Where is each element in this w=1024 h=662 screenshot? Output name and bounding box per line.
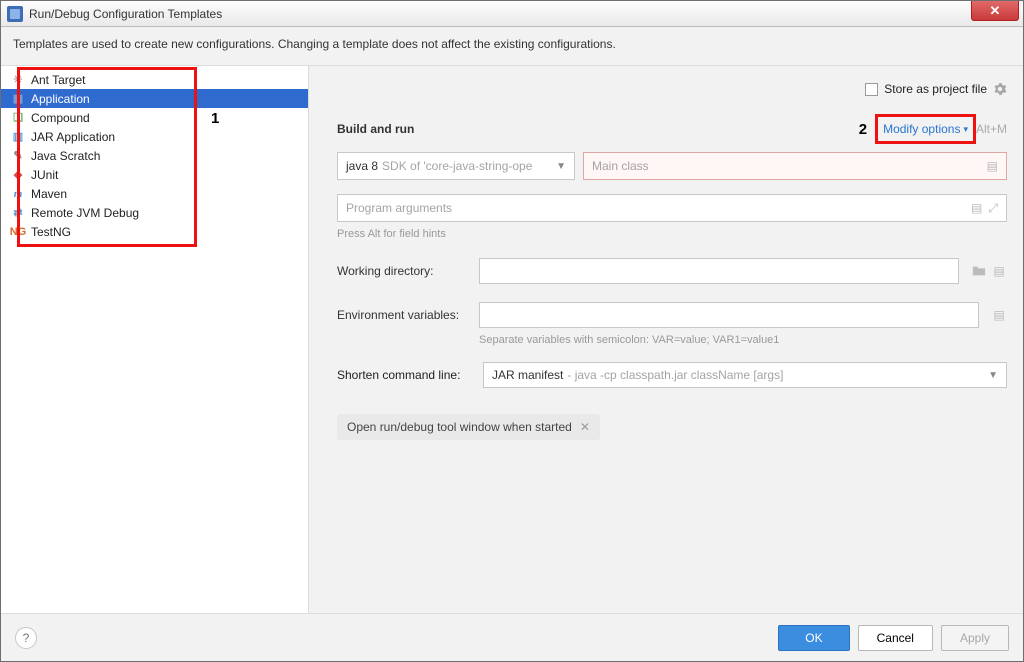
- sidebar-item-testng[interactable]: NG TestNG: [1, 222, 308, 241]
- app-icon: [7, 6, 23, 22]
- modify-options-link[interactable]: Modify options ▾: [879, 120, 972, 138]
- program-arguments-field[interactable]: Program arguments ▤ ⤢: [337, 194, 1007, 222]
- maven-icon: m: [11, 187, 25, 201]
- shorten-command-line-row: Shorten command line: JAR manifest - jav…: [337, 362, 1007, 388]
- annotation-number-2: 2: [859, 121, 867, 138]
- application-icon: ▦: [11, 92, 25, 106]
- browse-icon[interactable]: ▤: [991, 307, 1007, 323]
- compound-icon: ❏: [11, 111, 25, 125]
- sidebar-item-label: JUnit: [31, 168, 58, 182]
- sidebar-item-junit[interactable]: ◆ JUnit: [1, 165, 308, 184]
- env-variables-label: Environment variables:: [337, 308, 471, 322]
- ant-icon: ✳: [11, 73, 25, 87]
- content-split: ✳ Ant Target ▦ Application ❏ Compound ▥ …: [1, 66, 1023, 613]
- sidebar-item-label: Maven: [31, 187, 67, 201]
- jre-description: SDK of 'core-java-string-ope: [382, 159, 532, 173]
- jre-selector[interactable]: java 8 SDK of 'core-java-string-ope ▼: [337, 152, 575, 180]
- modify-options-label: Modify options: [883, 122, 960, 136]
- program-arguments-placeholder: Program arguments: [346, 201, 452, 215]
- env-variables-field[interactable]: [479, 302, 979, 328]
- sidebar-item-label: Java Scratch: [31, 149, 100, 163]
- main-class-field[interactable]: Main class ▤: [583, 152, 1007, 180]
- sidebar-item-label: Application: [31, 92, 90, 106]
- dialog-footer: ? OK Cancel Apply: [1, 613, 1023, 661]
- close-button[interactable]: ✕: [971, 1, 1019, 21]
- sidebar-item-label: Ant Target: [31, 73, 85, 87]
- section-title: Build and run: [337, 122, 859, 136]
- modify-options-wrap: Modify options ▾: [879, 120, 972, 138]
- dialog-window: Run/Debug Configuration Templates ✕ Temp…: [0, 0, 1024, 662]
- scratch-icon: ✎: [11, 149, 25, 163]
- window-title: Run/Debug Configuration Templates: [29, 7, 971, 21]
- insert-icon[interactable]: ▤: [991, 263, 1007, 279]
- shorten-description: - java -cp classpath.jar className [args…: [567, 368, 783, 382]
- close-icon: ✕: [990, 4, 1001, 17]
- gear-icon[interactable]: [993, 82, 1007, 96]
- junit-icon: ◆: [11, 168, 25, 182]
- shorten-command-line-select[interactable]: JAR manifest - java -cp classpath.jar cl…: [483, 362, 1007, 388]
- sidebar-item-remote-jvm-debug[interactable]: ⇄ Remote JVM Debug: [1, 203, 308, 222]
- env-variables-row: Environment variables: ▤: [337, 302, 1007, 328]
- chevron-down-icon: ▼: [556, 161, 566, 172]
- working-directory-label: Working directory:: [337, 264, 471, 278]
- ok-button[interactable]: OK: [778, 625, 849, 651]
- shorten-value: JAR manifest: [492, 368, 563, 382]
- main-class-placeholder: Main class: [592, 159, 649, 173]
- sdk-mainclass-row: java 8 SDK of 'core-java-string-ope ▼ Ma…: [337, 152, 1007, 180]
- title-bar: Run/Debug Configuration Templates ✕: [1, 1, 1023, 27]
- template-list: ✳ Ant Target ▦ Application ❏ Compound ▥ …: [1, 70, 308, 241]
- store-as-project-file-checkbox[interactable]: [865, 83, 878, 96]
- option-chip-open-tool-window: Open run/debug tool window when started …: [337, 414, 600, 440]
- field-icons: ▤ ⤢: [971, 201, 998, 216]
- working-directory-row: Working directory: ▤: [337, 258, 1007, 284]
- apply-button[interactable]: Apply: [941, 625, 1009, 651]
- chevron-down-icon: ▾: [963, 124, 968, 135]
- insert-icon[interactable]: ▤: [971, 201, 982, 216]
- folder-icon[interactable]: [971, 263, 987, 279]
- sidebar-item-maven[interactable]: m Maven: [1, 184, 308, 203]
- chip-label: Open run/debug tool window when started: [347, 420, 572, 434]
- field-hint: Press Alt for field hints: [337, 228, 1007, 240]
- section-header: Build and run 2 Modify options ▾ Alt+M: [337, 120, 1007, 138]
- annotation-number-1: 1: [211, 110, 219, 127]
- jar-icon: ▥: [11, 130, 25, 144]
- modify-options-shortcut: Alt+M: [976, 122, 1007, 136]
- sidebar-item-java-scratch[interactable]: ✎ Java Scratch: [1, 146, 308, 165]
- browse-icon[interactable]: ▤: [987, 159, 998, 173]
- cancel-button[interactable]: Cancel: [858, 625, 933, 651]
- sidebar-item-label: Compound: [31, 111, 90, 125]
- sidebar-item-ant-target[interactable]: ✳ Ant Target: [1, 70, 308, 89]
- window-controls: ✕: [971, 1, 1023, 21]
- sidebar-item-jar-application[interactable]: ▥ JAR Application: [1, 127, 308, 146]
- expand-icon[interactable]: ⤢: [988, 201, 998, 216]
- chevron-down-icon: ▼: [988, 370, 998, 381]
- testng-icon: NG: [11, 225, 25, 239]
- sidebar-item-label: JAR Application: [31, 130, 115, 144]
- sidebar: ✳ Ant Target ▦ Application ❏ Compound ▥ …: [1, 66, 309, 613]
- configuration-panel: Store as project file Build and run 2 Mo…: [309, 66, 1023, 613]
- sidebar-item-label: TestNG: [31, 225, 71, 239]
- sidebar-item-compound[interactable]: ❏ Compound: [1, 108, 308, 127]
- store-as-project-file-label: Store as project file: [884, 82, 987, 96]
- help-button[interactable]: ?: [15, 627, 37, 649]
- sidebar-item-label: Remote JVM Debug: [31, 206, 139, 220]
- working-directory-field[interactable]: [479, 258, 959, 284]
- env-variables-hint: Separate variables with semicolon: VAR=v…: [479, 334, 1007, 346]
- chip-remove-icon[interactable]: ✕: [580, 420, 590, 434]
- shorten-command-line-label: Shorten command line:: [337, 368, 483, 382]
- dialog-description: Templates are used to create new configu…: [1, 27, 1023, 66]
- top-options-row: Store as project file: [337, 82, 1007, 96]
- sidebar-item-application[interactable]: ▦ Application: [1, 89, 308, 108]
- program-arguments-row: Program arguments ▤ ⤢: [337, 194, 1007, 222]
- remote-icon: ⇄: [11, 206, 25, 220]
- jre-value: java 8: [346, 159, 378, 173]
